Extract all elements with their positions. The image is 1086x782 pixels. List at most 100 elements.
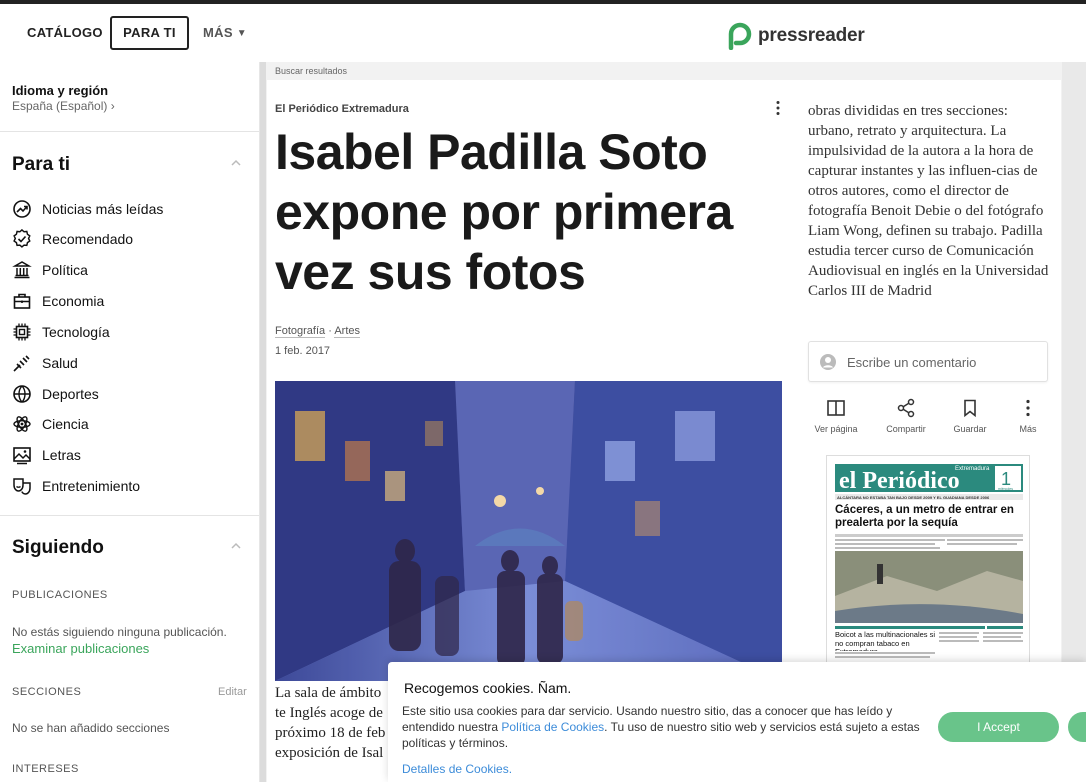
- cookie-secondary-button[interactable]: [1068, 712, 1086, 742]
- cookie-banner: Recogemos cookies. Ñam. Este sitio usa c…: [388, 662, 1086, 782]
- publications-empty: No estás siguiendo ninguna publicación.: [12, 625, 227, 639]
- region-title: Idioma y región: [12, 83, 109, 98]
- atom-icon: [13, 416, 31, 432]
- region-selector[interactable]: España (Español) ›: [12, 99, 115, 113]
- picture-icon: [13, 447, 31, 465]
- thumb-day: 1: [1001, 469, 1011, 489]
- chevron-up-icon[interactable]: [231, 158, 241, 168]
- menu-item-label: Política: [42, 262, 88, 278]
- tag-link[interactable]: Fotografía: [275, 325, 326, 338]
- menu-item-economy[interactable]: Economia: [12, 290, 104, 312]
- thumb-headline-wrap: Cáceres, a un metro de entrar en prealer…: [835, 504, 1014, 529]
- cookie-title: Recogemos cookies. Ñam.: [404, 680, 572, 696]
- menu-item-label: Noticias más leídas: [42, 201, 164, 217]
- newspaper-thumbnail[interactable]: el Periódico Extremadura 1 miércoles ALC…: [826, 455, 1030, 663]
- menu-item-top-news[interactable]: Noticias más leídas: [12, 198, 163, 220]
- ball-icon: [13, 385, 31, 403]
- comment-input[interactable]: Escribe un comentario: [808, 341, 1048, 382]
- government-icon: [12, 261, 32, 279]
- nav-for-you[interactable]: PARA TI: [110, 16, 189, 50]
- divider: [0, 131, 259, 132]
- thumb-kicker: ALCÁNTARA NO ESTABA TAN BAJO DESDE 2009 …: [837, 495, 990, 500]
- thumb-headline-text: Cáceres, a un metro de entrar en prealer…: [835, 504, 1014, 529]
- article-photo[interactable]: [275, 381, 782, 681]
- chip-icon: [13, 323, 31, 341]
- search-results-link[interactable]: Buscar resultados: [275, 66, 347, 76]
- chevron-down-icon: ▼: [236, 28, 247, 39]
- sidebar: Idioma y región España (Español) › Para …: [0, 62, 260, 782]
- article-headline: Isabel Padilla Soto expone por primera v…: [275, 124, 733, 300]
- menu-item-sports[interactable]: Deportes: [12, 383, 99, 405]
- browse-publications-link[interactable]: Examinar publicaciones: [12, 641, 149, 656]
- publications-label: PUBLICACIONES: [12, 589, 108, 601]
- more-label: Más: [1019, 424, 1037, 434]
- share-label: Compartir: [886, 424, 926, 434]
- para-ti-title: Para ti: [12, 154, 71, 175]
- tag-link[interactable]: Artes: [334, 325, 361, 338]
- nav-more[interactable]: MÁS ▼: [203, 16, 247, 50]
- comment-placeholder: Escribe un comentario: [847, 355, 977, 370]
- save-button[interactable]: Guardar: [940, 396, 1000, 434]
- caption-line: próximo 18 de feb: [275, 725, 386, 741]
- interests-label: INTERESES: [12, 763, 79, 775]
- siguiendo-title: Siguiendo: [12, 537, 104, 558]
- health-icon: [13, 355, 30, 372]
- street-night-photo: [275, 381, 782, 681]
- more-options-icon[interactable]: [774, 100, 782, 116]
- nav-catalog[interactable]: CATÁLOGO: [27, 16, 103, 50]
- menu-item-technology[interactable]: Tecnología: [12, 321, 110, 343]
- article-date: 1 feb. 2017: [275, 345, 331, 357]
- briefcase-icon: [13, 293, 31, 309]
- nav-more-label: MÁS: [203, 25, 233, 40]
- cookie-text: Este sitio usa cookies para dar servicio…: [402, 703, 922, 751]
- newspaper-front-page: el Periódico Extremadura 1 miércoles ALC…: [827, 456, 1029, 662]
- menu-item-letters[interactable]: Letras: [12, 444, 81, 466]
- caption-line: La sala de ámbito: [275, 685, 382, 701]
- article-body: obras divididas en tres secciones: urban…: [808, 103, 1049, 299]
- thumb-subhead-text: Boicot a las multinacionales si no compr…: [835, 631, 936, 651]
- publication-name[interactable]: El Periódico Extremadura: [275, 103, 409, 115]
- menu-item-label: Tecnología: [42, 324, 110, 340]
- pressreader-logo[interactable]: pressreader: [728, 21, 865, 51]
- menu-item-label: Economia: [42, 293, 105, 309]
- top-header: CATÁLOGO PARA TI MÁS ▼ pressreader: [0, 4, 1086, 62]
- save-label: Guardar: [953, 424, 987, 434]
- article-tags: Fotografía · Artes: [275, 325, 361, 338]
- menu-item-label: Recomendado: [42, 231, 134, 247]
- more-actions-button[interactable]: Más: [998, 396, 1058, 434]
- photo-caption: La sala de ámbito te Inglés acoge de pró…: [275, 683, 395, 763]
- caption-line: te Inglés acoge de: [275, 705, 383, 721]
- view-page-label: Ver página: [814, 424, 858, 434]
- thumb-subhead-wrap: Boicot a las multinacionales si no compr…: [835, 631, 936, 651]
- sections-label: SECCIONES: [12, 686, 82, 698]
- thumb-weekday: miércoles: [998, 487, 1013, 491]
- menu-item-label: Ciencia: [42, 416, 89, 432]
- more-vertical-icon: [1026, 399, 1030, 417]
- share-button[interactable]: Compartir: [876, 396, 936, 434]
- menu-item-label: Salud: [42, 355, 78, 371]
- check-badge-icon: [13, 229, 31, 248]
- menu-item-science[interactable]: Ciencia: [12, 413, 89, 435]
- share-icon: [897, 398, 915, 418]
- menu-item-label: Entretenimiento: [42, 478, 141, 494]
- cookie-policy-link[interactable]: Política de Cookies: [501, 720, 604, 734]
- accept-cookies-button[interactable]: I Accept: [938, 712, 1059, 742]
- logo-text: pressreader: [758, 25, 865, 46]
- menu-item-politics[interactable]: Política: [12, 259, 88, 281]
- trending-icon: [13, 200, 31, 218]
- edit-sections-link[interactable]: Editar: [218, 686, 247, 698]
- caption-line: exposición de Isal: [275, 745, 384, 761]
- chevron-up-icon[interactable]: [231, 541, 241, 551]
- view-page-button[interactable]: Ver página: [806, 396, 866, 434]
- menu-item-recommended[interactable]: Recomendado: [12, 228, 133, 250]
- menu-item-health[interactable]: Salud: [12, 352, 78, 374]
- tag-separator: ·: [328, 325, 332, 337]
- menu-item-label: Deportes: [42, 386, 99, 402]
- cookie-details-link[interactable]: Detalles de Cookies.: [402, 762, 512, 776]
- divider: [0, 515, 259, 516]
- sections-empty: No se han añadido secciones: [12, 721, 170, 735]
- thumb-edition: Extremadura: [955, 466, 990, 472]
- bookmark-icon: [964, 399, 976, 418]
- masks-icon: [13, 478, 31, 495]
- menu-item-entertainment[interactable]: Entretenimiento: [12, 475, 140, 497]
